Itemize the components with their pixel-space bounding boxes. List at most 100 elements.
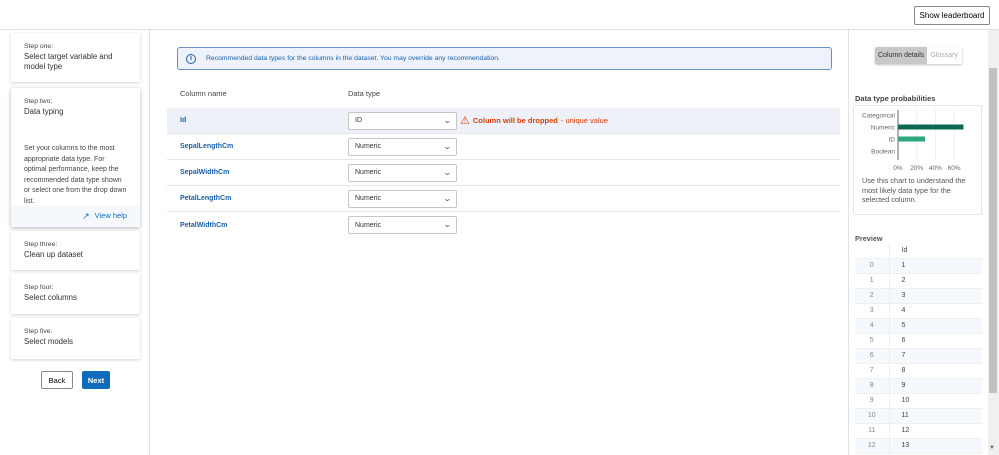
preview-header: Id <box>889 243 982 259</box>
chart-title: Data type probabilities <box>855 94 936 103</box>
table-row[interactable]: Id ID ⌄ ⚠ Column will be dropped - unique … <box>167 108 840 134</box>
dropdown-value: Numeric <box>355 221 382 229</box>
view-help-label: View help <box>94 211 127 220</box>
row-value: 6 <box>889 333 982 349</box>
row-value: 10 <box>889 393 982 409</box>
row-value: 1 <box>889 258 982 274</box>
row-index: 1 <box>855 273 890 289</box>
preview-row: 56 <box>855 333 982 349</box>
view-help-link[interactable]: ↗ View help <box>11 205 140 227</box>
data-type-dropdown[interactable]: Numeric ⌄ <box>348 163 457 182</box>
column-name: PetalWidthCm <box>180 221 228 229</box>
y-tick-label: Boolean <box>871 149 895 156</box>
row-index: 8 <box>855 378 890 394</box>
row-index: 12 <box>855 438 890 454</box>
preview-table: Id 0 1 1 2 2 3 3 4 4 5 5 6 6 7 7 8 8 9 9 10 10 11 11 12 12 13 <box>855 243 982 454</box>
x-tick-label: 60% <box>948 165 961 172</box>
step-label: Step one: <box>24 43 54 50</box>
table-row[interactable]: PetalWidthCm Numeric ⌄ <box>167 212 840 238</box>
column-name: PetalLengthCm <box>180 195 232 202</box>
step-label: Step three: <box>24 241 58 248</box>
table-row[interactable]: SepalWidthCm Numeric ⌄ <box>167 160 840 186</box>
step-title: Data typing <box>24 107 64 116</box>
chevron-down-icon: ⌄ <box>442 167 453 177</box>
row-value: 3 <box>889 288 982 304</box>
row-value: 5 <box>889 318 982 334</box>
x-tick-label: 40% <box>929 165 942 172</box>
row-index: 11 <box>855 423 890 439</box>
dropdown-value: Numeric <box>355 143 382 150</box>
table-row[interactable]: SepalLengthCm Numeric ⌄ <box>167 134 840 160</box>
row-index: 6 <box>855 348 890 364</box>
column-name: SepalWidthCm <box>180 169 230 176</box>
preview-row: 89 <box>855 378 982 394</box>
row-index: 5 <box>855 333 890 349</box>
preview-row: 12 13 <box>855 438 982 454</box>
back-button[interactable]: Back <box>41 371 73 389</box>
tab-glossary[interactable]: Glossary <box>927 47 962 64</box>
dropdown-value: ID <box>355 117 362 124</box>
preview-header-row: Id <box>855 243 982 259</box>
step-three-card[interactable]: Step three: Clean up dataset <box>11 231 140 270</box>
data-type-dropdown[interactable]: Numeric ⌄ <box>348 137 457 156</box>
dropdown-value: Numeric <box>355 169 382 176</box>
chevron-down-icon: ⌄ <box>442 220 453 229</box>
step-title: Clean up dataset <box>24 250 83 259</box>
show-leaderboard-button[interactable]: Show leaderboard <box>914 6 990 25</box>
data-type-dropdown[interactable]: Numeric ⌄ <box>348 216 457 234</box>
tab-column-details[interactable]: Column details <box>875 47 928 64</box>
warning-detail: - unique value <box>560 116 608 125</box>
row-index: 3 <box>855 303 890 319</box>
info-banner: i Recommended data types for the columns… <box>177 47 832 70</box>
preview-row: 78 <box>855 363 982 379</box>
row-index: 0 <box>855 258 890 274</box>
row-value: 9 <box>889 378 982 394</box>
bar-id <box>898 136 926 142</box>
next-button[interactable]: Next <box>82 371 110 389</box>
row-index: 7 <box>855 363 890 379</box>
data-type-dropdown[interactable]: Numeric ⌄ <box>348 189 457 208</box>
probability-chart: 0% 20% 40% 60% Categorical Numeric ID Boolean <box>862 110 964 172</box>
top-bar: Show leaderboard <box>0 0 999 30</box>
step-one-card[interactable]: Step one: Select target variable and mod… <box>11 33 140 82</box>
warning-icon: ⚠ <box>460 115 470 127</box>
details-toggle: Column details Glossary <box>875 47 962 64</box>
row-index: 9 <box>855 393 890 409</box>
data-type-dropdown[interactable]: ID ⌄ <box>348 111 457 130</box>
y-tick-label: ID <box>889 137 896 144</box>
row-value: 7 <box>889 348 982 364</box>
row-index: 4 <box>855 318 890 334</box>
chevron-down-icon: ⌄ <box>442 193 453 203</box>
preview-row: 9 10 <box>855 393 982 409</box>
step-five-card[interactable]: Step five: Select models <box>11 318 140 359</box>
scrollbar-thumb[interactable] <box>989 68 997 393</box>
preview-row: 23 <box>855 288 982 304</box>
step-two-card[interactable]: Step two: Data typing Set your columns t… <box>11 88 140 227</box>
x-tick-label: 0% <box>893 165 903 172</box>
step-title: Select models <box>24 337 73 346</box>
preview-title: Preview <box>855 234 883 243</box>
column-name-header: Column name <box>180 89 227 98</box>
scroll-down-icon[interactable]: ▼ <box>989 445 995 451</box>
info-message: Recommended data types for the columns i… <box>206 55 500 62</box>
step-description: Set your columns to the most appropriate… <box>24 145 127 205</box>
row-value: 13 <box>889 438 982 454</box>
chart-note: Use this chart to understand the most li… <box>862 176 966 204</box>
preview-row: 67 <box>855 348 982 364</box>
bar-numeric <box>898 124 964 130</box>
table-row[interactable]: PetalLengthCm Numeric ⌄ <box>167 186 840 212</box>
preview-row: 45 <box>855 318 982 334</box>
preview-row: 01 <box>855 258 982 274</box>
dropdown-value: Numeric <box>355 195 382 202</box>
preview-row: 34 <box>855 303 982 319</box>
step-four-card[interactable]: Step four: Select columns <box>11 274 140 314</box>
step-title: Select columns <box>24 293 77 302</box>
row-value: 8 <box>889 363 982 379</box>
chevron-down-icon: ⌄ <box>442 141 453 151</box>
preview-row: 12 <box>855 273 982 289</box>
row-value: 12 <box>889 423 982 439</box>
y-tick-label: Categorical <box>862 113 895 120</box>
chevron-down-icon: ⌄ <box>442 115 453 125</box>
step-label: Step two: <box>24 98 53 105</box>
data-type-header: Data type <box>348 89 381 98</box>
